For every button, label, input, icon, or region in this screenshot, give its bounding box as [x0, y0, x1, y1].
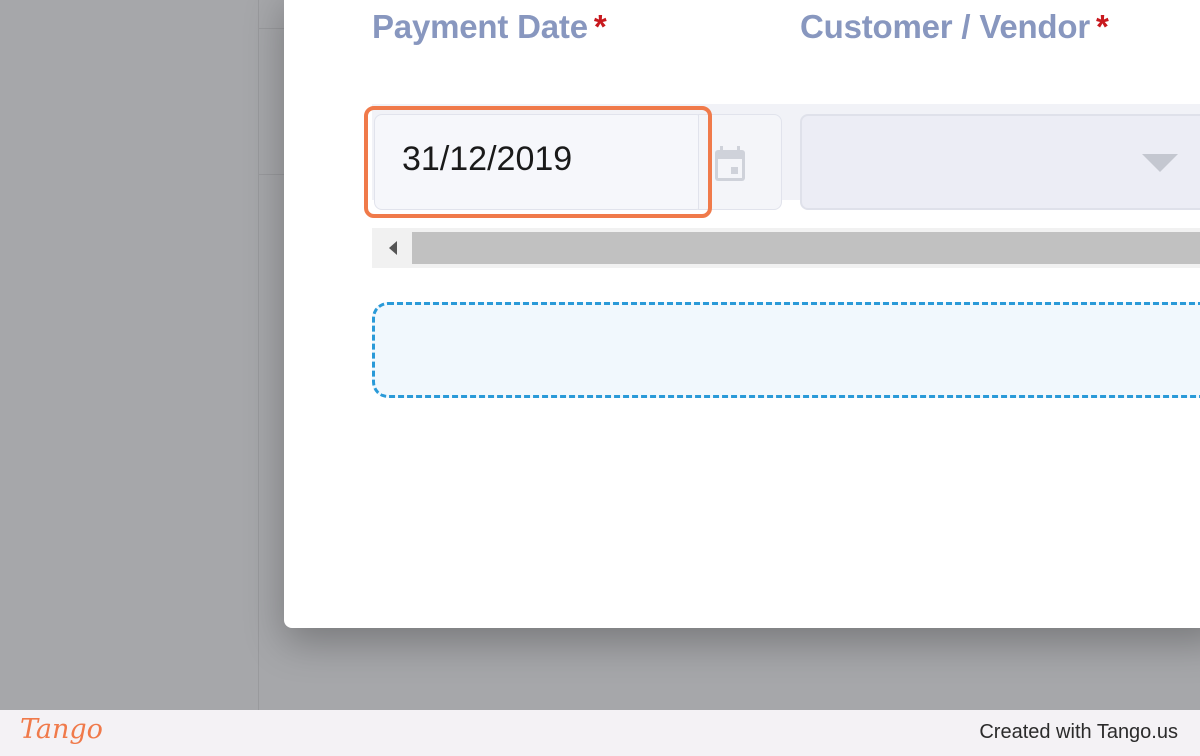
footer-bar: Tango Created with Tango.us — [0, 710, 1200, 756]
customer-vendor-select[interactable] — [800, 114, 1200, 210]
app-screen: Payment Date * Customer / Vendor * 31/12/2… — [0, 0, 1200, 710]
customer-vendor-label-text: Customer / Vendor — [800, 8, 1090, 45]
click-highlight — [364, 106, 712, 218]
horizontal-scrollbar[interactable] — [372, 228, 1200, 268]
payment-date-label-text: Payment Date — [372, 8, 588, 45]
drop-zone[interactable] — [372, 302, 1200, 398]
scrollbar-thumb[interactable] — [412, 232, 1200, 264]
required-marker: * — [1096, 8, 1109, 45]
required-marker: * — [593, 8, 607, 45]
background-divider — [258, 0, 259, 710]
scroll-left-button[interactable] — [372, 228, 412, 268]
payment-date-label: Payment Date * — [372, 8, 607, 46]
tango-logo: Tango — [20, 714, 103, 745]
footer-credit: Created with Tango.us — [979, 721, 1178, 743]
caret-left-icon — [389, 241, 397, 255]
caret-down-icon — [1142, 154, 1178, 172]
payment-modal: Payment Date * Customer / Vendor * 31/12/2… — [284, 0, 1200, 628]
customer-vendor-label: Customer / Vendor * — [800, 8, 1109, 46]
calendar-icon — [715, 146, 745, 181]
